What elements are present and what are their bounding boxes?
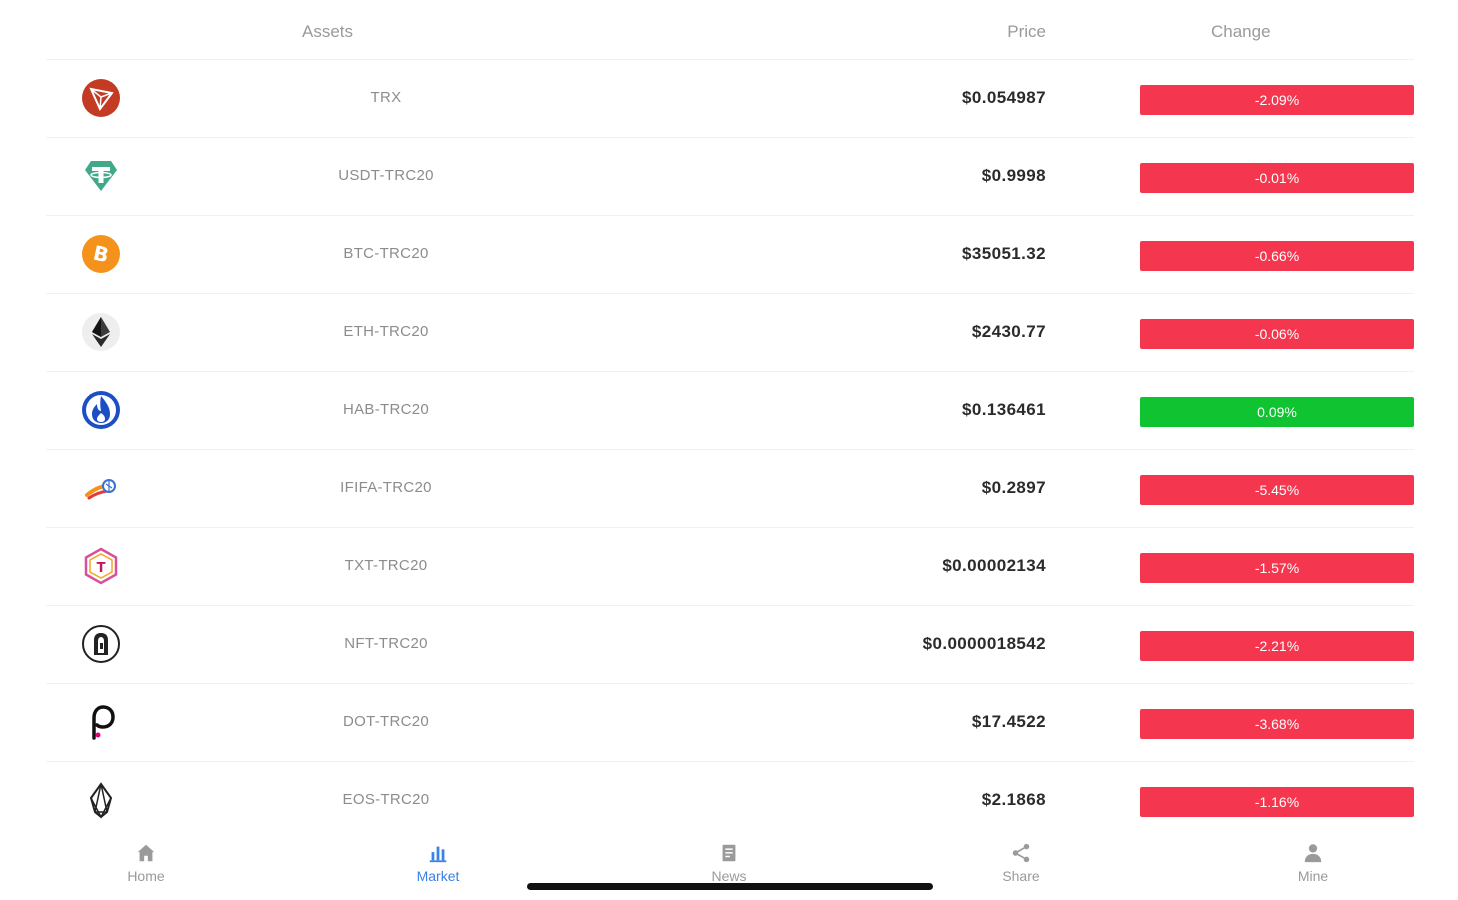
ififa-icon [85,479,116,500]
asset-row-ififa[interactable]: IFIFA-TRC20 $0.2897 -5.45% [46,450,1414,528]
header-change: Change [1211,22,1271,41]
tab-mine[interactable]: Mine [1253,842,1373,884]
tab-label: Market [416,868,460,884]
asset-name: IFIFA-TRC20 [340,479,432,496]
change-badge: -0.01% [1140,163,1414,193]
market-icon [429,846,447,863]
asset-price: $0.9998 [981,166,1046,185]
tab-label: News [711,868,747,884]
asset-name: HAB-TRC20 [342,401,430,418]
home-indicator[interactable] [527,883,933,890]
asset-name: BTC-TRC20 [343,245,429,262]
tab-news[interactable]: News [669,842,789,884]
asset-price: $0.2897 [981,478,1046,497]
tab-label: Share [1002,868,1040,884]
asset-row-eth[interactable]: ETH-TRC20 $2430.77 -0.06% [46,294,1414,372]
table-header: Assets Price Change [46,0,1414,60]
usdt-icon [85,161,117,191]
asset-row-nft[interactable]: NFT-TRC20 $0.0000018542 -2.21% [46,606,1414,684]
tab-label: Home [127,868,165,884]
txt-icon: T [84,547,118,585]
nft-icon [82,625,120,663]
header-assets: Assets [302,22,354,41]
asset-price: $35051.32 [962,244,1046,263]
asset-row-btc[interactable]: B BTC-TRC20 $35051.32 -0.66% [46,216,1414,294]
asset-name: TXT-TRC20 [344,557,428,574]
asset-price: $17.4522 [971,712,1046,731]
asset-name: ETH-TRC20 [343,323,429,340]
bottom-tab-bar: Home Market News Share Mine [0,836,1458,900]
asset-row-hab[interactable]: HAB-TRC20 $0.136461 0.09% [46,372,1414,450]
change-badge: -2.21% [1140,631,1414,661]
asset-row-trx[interactable]: TRX $0.054987 -2.09% [46,60,1414,138]
change-badge: -2.09% [1140,85,1414,115]
tab-market[interactable]: Market [378,842,498,884]
change-badge: 0.09% [1140,397,1414,427]
asset-row-eos[interactable]: EOS-TRC20 $2.1868 -1.16% [46,762,1414,840]
home-icon [137,844,155,862]
market-screen: Assets Price Change TRX $0.054987 -2.09%… [0,0,1458,900]
header-price: Price [1007,22,1046,41]
mine-icon [1304,844,1322,863]
dot-icon [92,705,115,740]
svg-text:T: T [97,561,106,576]
change-badge: -1.16% [1140,787,1414,817]
asset-row-dot[interactable]: DOT-TRC20 $17.4522 -3.68% [46,684,1414,762]
eos-icon [89,782,113,819]
hab-icon [82,391,120,429]
share-icon [1012,843,1030,863]
eth-icon [82,313,120,351]
change-badge: -0.06% [1140,319,1414,349]
asset-price: $2.1868 [981,790,1046,809]
asset-row-txt[interactable]: T TXT-TRC20 $0.00002134 -1.57% [46,528,1414,606]
trx-icon [82,79,120,117]
tab-share[interactable]: Share [961,842,1081,884]
news-icon [722,844,736,862]
asset-price: $0.136461 [962,400,1046,419]
btc-icon: B [82,235,120,273]
asset-name: DOT-TRC20 [342,713,430,730]
asset-name: USDT-TRC20 [338,167,434,184]
change-badge: -5.45% [1140,475,1414,505]
tab-home[interactable]: Home [86,842,206,884]
asset-row-usdt[interactable]: USDT-TRC20 $0.9998 -0.01% [46,138,1414,216]
change-badge: -0.66% [1140,241,1414,271]
asset-name: EOS-TRC20 [342,791,430,808]
asset-price: $0.00002134 [942,556,1046,575]
asset-name: NFT-TRC20 [344,635,428,652]
asset-price: $0.054987 [962,88,1046,107]
asset-price: $0.0000018542 [922,634,1046,653]
asset-price: $2430.77 [971,322,1046,341]
asset-name: TRX [370,89,402,106]
change-badge: -3.68% [1140,709,1414,739]
tab-label: Mine [1297,868,1329,884]
change-badge: -1.57% [1140,553,1414,583]
